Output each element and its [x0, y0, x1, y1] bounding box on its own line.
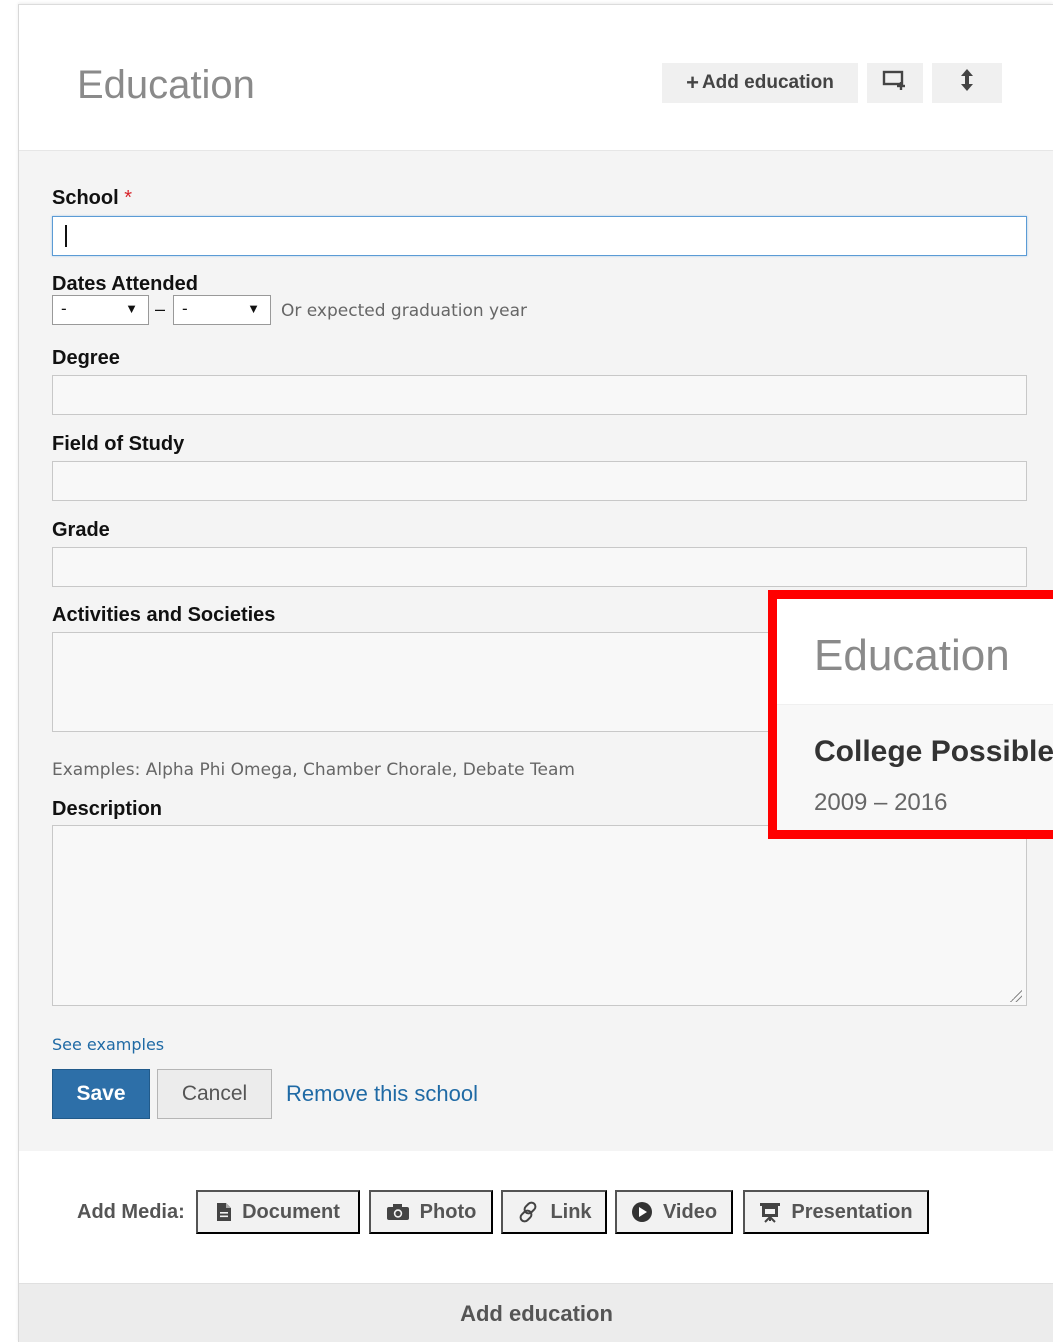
- resize-handle-icon[interactable]: [1010, 990, 1022, 1002]
- dropdown-arrow-icon: ▼: [247, 301, 260, 316]
- document-icon: [216, 1202, 232, 1222]
- description-textarea[interactable]: [52, 825, 1027, 1006]
- play-icon: [631, 1201, 653, 1223]
- card-footer: Add education: [19, 1283, 1053, 1342]
- degree-input[interactable]: [52, 375, 1027, 415]
- media-presentation-button[interactable]: Presentation: [743, 1190, 929, 1234]
- see-examples-link[interactable]: See examples: [52, 1035, 164, 1054]
- add-media-label: Add Media:: [77, 1201, 185, 1223]
- remove-school-link[interactable]: Remove this school: [286, 1081, 478, 1107]
- media-link-button[interactable]: Link: [501, 1190, 607, 1234]
- media-button-label: Video: [662, 1200, 718, 1223]
- education-preview-callout: Education College Possible 2009 – 2016: [768, 590, 1053, 839]
- media-button-label: Link: [550, 1200, 592, 1223]
- save-button[interactable]: Save: [52, 1069, 150, 1119]
- field-of-study-label: Field of Study: [52, 433, 185, 455]
- media-video-button[interactable]: Video: [615, 1190, 733, 1234]
- preview-entry: College Possible 2009 – 2016: [777, 705, 1053, 830]
- preview-title: Education: [814, 631, 1010, 680]
- vertical-arrows-icon: [960, 68, 974, 98]
- section-title: Education: [77, 63, 255, 107]
- dropdown-arrow-icon: ▼: [125, 301, 138, 316]
- add-education-label: Add education: [701, 72, 834, 93]
- preview-header: Education: [777, 599, 1053, 705]
- grade-input[interactable]: [52, 547, 1027, 587]
- date-to-select[interactable]: - ▼: [173, 295, 271, 325]
- cancel-button[interactable]: Cancel: [157, 1069, 272, 1119]
- activities-label: Activities and Societies: [52, 604, 276, 626]
- required-asterisk: *: [124, 187, 133, 209]
- add-media-bar: Add Media: Document Photo Link Video Pre…: [19, 1151, 1053, 1283]
- school-label: School *: [52, 187, 133, 209]
- media-button-label: Presentation: [791, 1200, 913, 1223]
- date-from-select[interactable]: - ▼: [52, 295, 149, 325]
- activities-hint: Examples: Alpha Phi Omega, Chamber Chora…: [52, 760, 575, 780]
- reorder-button[interactable]: [932, 63, 1002, 103]
- link-icon: [516, 1200, 540, 1224]
- camera-icon: [386, 1203, 410, 1221]
- media-button-label: Photo: [419, 1200, 477, 1223]
- school-input[interactable]: [52, 216, 1027, 256]
- add-box-icon: [882, 69, 908, 97]
- card-header: Education + Add education: [19, 5, 1053, 151]
- dates-attended-label: Dates Attended: [52, 273, 198, 295]
- grade-label: Grade: [52, 519, 110, 541]
- description-label: Description: [52, 798, 163, 820]
- date-range-separator: –: [155, 299, 166, 319]
- degree-label: Degree: [52, 347, 120, 369]
- footer-add-education-button[interactable]: Add education: [19, 1284, 1053, 1342]
- graduation-hint: Or expected graduation year: [281, 301, 527, 321]
- presentation-icon: [759, 1201, 781, 1223]
- field-of-study-input[interactable]: [52, 461, 1027, 501]
- media-document-button[interactable]: Document: [196, 1190, 360, 1234]
- preview-school-name: College Possible: [814, 735, 1053, 768]
- add-education-button[interactable]: + Add education: [662, 63, 858, 103]
- plus-icon: +: [686, 70, 699, 95]
- media-button-label: Document: [242, 1200, 340, 1223]
- text-cursor: [65, 225, 67, 247]
- preview-dates: 2009 – 2016: [814, 789, 948, 816]
- add-section-button[interactable]: [867, 63, 923, 103]
- media-photo-button[interactable]: Photo: [369, 1190, 493, 1234]
